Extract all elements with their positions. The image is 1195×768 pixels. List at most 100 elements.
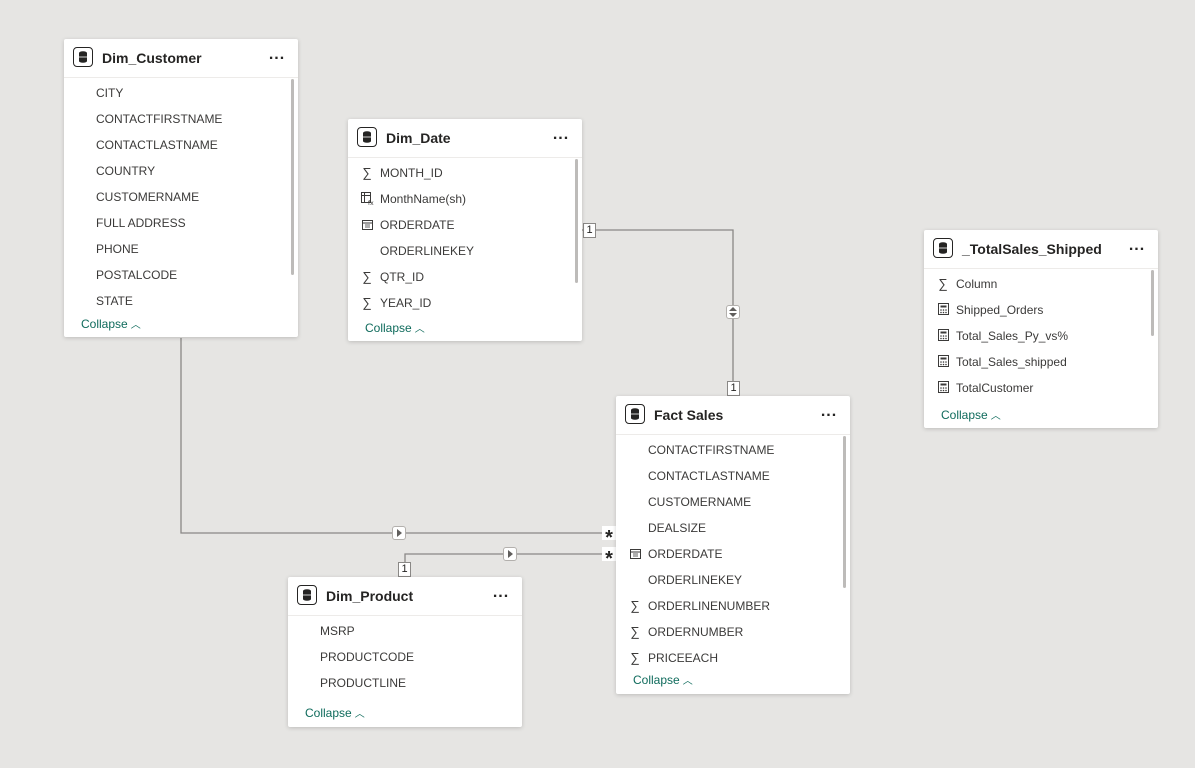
field-row[interactable]: ∑ ORDERNUMBER bbox=[616, 619, 842, 645]
field-list: CITY CONTACTFIRSTNAME CONTACTLASTNAME COUNT… bbox=[64, 80, 290, 314]
field-row[interactable]: CITY bbox=[64, 80, 290, 106]
field-row[interactable]: Shipped_Orders bbox=[924, 297, 1150, 323]
collapse-button[interactable]: Collapse ︿ bbox=[81, 316, 141, 331]
field-row[interactable]: STATE bbox=[64, 288, 290, 314]
field-row[interactable]: ∑ QTR_ID bbox=[348, 264, 574, 290]
table-card-header[interactable]: _TotalSales_Shipped ... bbox=[924, 230, 1158, 269]
table-title: Dim_Product bbox=[326, 588, 414, 604]
sigma-icon: ∑ bbox=[630, 624, 640, 639]
scrollbar[interactable] bbox=[1151, 270, 1154, 336]
field-list: CONTACTFIRSTNAME CONTACTLASTNAME CUSTOMERN… bbox=[616, 437, 842, 671]
scrollbar[interactable] bbox=[291, 79, 294, 275]
table-title: Dim_Date bbox=[386, 130, 451, 146]
field-name: Total_Sales_shipped bbox=[956, 355, 1067, 369]
field-row[interactable]: Total_Sales_shipped bbox=[924, 349, 1150, 375]
sigma-icon: ∑ bbox=[362, 295, 372, 310]
field-name: YEAR_ID bbox=[380, 296, 432, 310]
field-name: ORDERDATE bbox=[380, 218, 455, 232]
field-row[interactable]: CONTACTLASTNAME bbox=[616, 463, 842, 489]
filter-direction-icon[interactable] bbox=[503, 547, 517, 561]
field-row[interactable]: PHONE bbox=[64, 236, 290, 262]
field-name: PRODUCTLINE bbox=[320, 676, 407, 690]
table-card-dim-date[interactable]: Dim_Date ... ∑ MONTH_IDfx MonthName(sh) ORD… bbox=[348, 119, 582, 341]
field-row[interactable]: PRODUCTLINE bbox=[288, 670, 514, 696]
field-name: MSRP bbox=[320, 624, 355, 638]
field-name: ORDERDATE bbox=[648, 547, 723, 561]
table-card-header[interactable]: Dim_Product ... bbox=[288, 577, 522, 616]
field-name: PRODUCTCODE bbox=[320, 650, 415, 664]
more-options-button[interactable]: ... bbox=[266, 45, 288, 67]
relationship-line-customer-sales bbox=[180, 338, 616, 534]
chevron-up-icon: ︿ bbox=[354, 709, 365, 720]
calculated-column-icon: fx bbox=[360, 186, 374, 212]
table-card-header[interactable]: Dim_Date ... bbox=[348, 119, 582, 158]
field-name: CUSTOMERNAME bbox=[96, 190, 200, 204]
more-options-button[interactable]: ... bbox=[1126, 236, 1148, 258]
table-icon bbox=[357, 127, 377, 147]
collapse-button[interactable]: Collapse ︿ bbox=[365, 320, 425, 335]
field-name: DEALSIZE bbox=[648, 521, 707, 535]
field-row[interactable]: Total_Sales_Py_vs% bbox=[924, 323, 1150, 349]
field-row[interactable]: ORDERLINEKEY bbox=[348, 238, 574, 264]
field-row[interactable]: fx MonthName(sh) bbox=[348, 186, 574, 212]
chevron-up-icon: ︿ bbox=[414, 324, 425, 335]
more-options-button[interactable]: ... bbox=[490, 583, 512, 605]
field-row[interactable]: ORDERLINEKEY bbox=[616, 567, 842, 593]
field-row[interactable]: ∑ ORDERLINENUMBER bbox=[616, 593, 842, 619]
field-row[interactable]: CONTACTFIRSTNAME bbox=[616, 437, 842, 463]
chevron-up-icon: ︿ bbox=[682, 676, 693, 687]
field-name: Total_Sales_Py_vs% bbox=[956, 329, 1069, 343]
field-row[interactable]: ∑ YEAR_ID bbox=[348, 290, 574, 316]
collapse-button[interactable]: Collapse ︿ bbox=[305, 705, 365, 720]
collapse-label: Collapse bbox=[941, 408, 988, 422]
field-row[interactable]: PRODUCTCODE bbox=[288, 644, 514, 670]
measure-icon bbox=[936, 375, 950, 401]
field-name: CONTACTFIRSTNAME bbox=[648, 443, 775, 457]
sigma-icon: ∑ bbox=[938, 276, 948, 291]
relationship-many-marker: * bbox=[602, 547, 616, 570]
collapse-button[interactable]: Collapse ︿ bbox=[941, 407, 1001, 422]
table-card-dim-product[interactable]: Dim_Product ... MSRP PRODUCTCODE PRODUCTLI… bbox=[288, 577, 522, 727]
scrollbar[interactable] bbox=[843, 436, 846, 588]
field-list: MSRP PRODUCTCODE PRODUCTLINE bbox=[288, 618, 514, 696]
field-row[interactable]: FULL ADDRESS bbox=[64, 210, 290, 236]
field-row[interactable]: ∑ MONTH_ID bbox=[348, 160, 574, 186]
table-card-header[interactable]: Fact Sales ... bbox=[616, 396, 850, 435]
calendar-icon bbox=[360, 212, 374, 238]
field-row[interactable]: ∑ PRICEEACH bbox=[616, 645, 842, 671]
field-name: MonthName(sh) bbox=[380, 192, 467, 206]
table-card-header[interactable]: Dim_Customer ... bbox=[64, 39, 298, 78]
field-row[interactable]: POSTALCODE bbox=[64, 262, 290, 288]
table-card-dim-customer[interactable]: Dim_Customer ... CITY CONTACTFIRSTNAME CON… bbox=[64, 39, 298, 337]
collapse-button[interactable]: Collapse ︿ bbox=[633, 672, 693, 687]
field-row[interactable]: CUSTOMERNAME bbox=[616, 489, 842, 515]
relationship-one-marker: 1 bbox=[398, 562, 411, 577]
table-icon bbox=[933, 238, 953, 258]
field-row[interactable]: ORDERDATE bbox=[348, 212, 574, 238]
field-row[interactable]: COUNTRY bbox=[64, 158, 290, 184]
field-name: CONTACTLASTNAME bbox=[648, 469, 770, 483]
model-canvas[interactable]: 1 1 * 1 * Dim_Customer ... CITY CONTACTFI… bbox=[0, 0, 1195, 768]
collapse-label: Collapse bbox=[305, 706, 352, 720]
more-options-button[interactable]: ... bbox=[550, 125, 572, 147]
field-name: POSTALCODE bbox=[96, 268, 178, 282]
scrollbar[interactable] bbox=[575, 159, 578, 283]
field-name: FULL ADDRESS bbox=[96, 216, 186, 230]
field-row[interactable]: TotalCustomer bbox=[924, 375, 1150, 401]
bidirectional-filter-icon[interactable] bbox=[726, 305, 740, 319]
table-icon bbox=[625, 404, 645, 424]
table-card-total-sales-shipped[interactable]: _TotalSales_Shipped ... ∑ Column Shipped_O… bbox=[924, 230, 1158, 428]
svg-text:fx: fx bbox=[368, 200, 374, 205]
field-row[interactable]: CONTACTLASTNAME bbox=[64, 132, 290, 158]
more-options-button[interactable]: ... bbox=[818, 402, 840, 424]
field-row[interactable]: MSRP bbox=[288, 618, 514, 644]
field-row[interactable]: CONTACTFIRSTNAME bbox=[64, 106, 290, 132]
field-row[interactable]: ∑ Column bbox=[924, 271, 1150, 297]
field-row[interactable]: DEALSIZE bbox=[616, 515, 842, 541]
table-card-fact-sales[interactable]: Fact Sales ... CONTACTFIRSTNAME CONTACTLA… bbox=[616, 396, 850, 694]
measure-icon bbox=[936, 349, 950, 375]
field-row[interactable]: ORDERDATE bbox=[616, 541, 842, 567]
filter-direction-icon[interactable] bbox=[392, 526, 406, 540]
field-row[interactable]: CUSTOMERNAME bbox=[64, 184, 290, 210]
sigma-icon: ∑ bbox=[362, 165, 372, 180]
